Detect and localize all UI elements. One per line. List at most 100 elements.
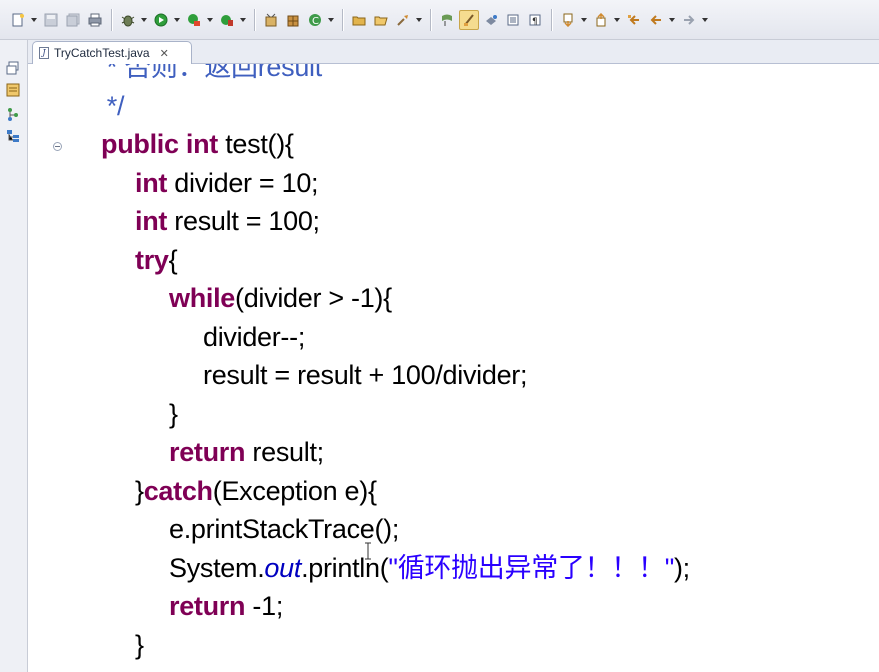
forward-dropdown[interactable] [701,10,708,30]
code-kw-token: return [169,591,246,621]
mark-occurrences-icon[interactable] [459,10,479,30]
code-editor[interactable]: * 否则：返回result */public int test(){int di… [28,64,879,672]
code-kw-token: int [135,206,168,236]
code-line[interactable]: System.out.println("循环抛出异常了！！！"); [169,549,690,587]
restore-icon[interactable] [6,60,20,75]
code-token: test(){ [218,129,294,159]
code-token: (Exception e){ [212,475,377,506]
code-token: System. [169,552,265,583]
code-line[interactable]: */ [78,87,125,125]
svg-text:C: C [312,16,319,27]
code-token: ); [673,552,690,583]
run-icon[interactable] [151,10,171,30]
toggle-breadcrumb-icon[interactable] [437,10,457,30]
code-line[interactable]: divider--; [203,318,305,356]
code-line[interactable]: }catch(Exception e){ [135,472,377,510]
code-line[interactable]: * 否则：返回result [78,64,322,86]
code-comment-token: */ [78,90,125,121]
debug-icon[interactable] [118,10,138,30]
code-token: result = result + 100/divider; [203,360,528,390]
next-annotation-dropdown[interactable] [580,10,587,30]
back-icon[interactable] [646,10,666,30]
forward-icon[interactable] [679,10,699,30]
new-icon[interactable] [8,10,28,30]
code-line[interactable]: return result; [169,433,324,471]
previous-annotation-dropdown[interactable] [613,10,620,30]
code-kw-token: catch [143,475,213,506]
save-all-icon[interactable] [63,10,83,30]
toolbar-file-group: C ¶ [8,9,712,31]
code-line[interactable]: } [135,626,144,664]
new-java-project-icon[interactable] [261,10,281,30]
run-coverage-icon[interactable] [184,10,204,30]
tab-trycatchtest-java[interactable]: J TryCatchTest.java ✕ [32,41,192,64]
code-kw-token: while [169,283,236,313]
code-kw-token: int [185,129,218,159]
tab-label: TryCatchTest.java [54,46,150,60]
search-icon[interactable] [393,10,413,30]
code-comment-token: * 否则：返回result [78,64,322,82]
java-file-icon: J [39,47,49,59]
code-token: } [135,475,144,506]
open-type-icon[interactable] [349,10,369,30]
code-field-token: out [264,552,302,583]
pilcrow-icon[interactable]: ¶ [525,10,545,30]
editor-gutter [28,64,72,672]
fold-marker-icon[interactable] [53,142,62,151]
new-dropdown[interactable] [30,10,37,30]
code-line[interactable]: int result = 100; [135,202,320,240]
code-token: (divider > -1){ [235,283,392,313]
last-edit-location-icon[interactable] [624,10,644,30]
external-tools-icon[interactable] [217,10,237,30]
search-dropdown[interactable] [415,10,422,30]
coverage-dropdown[interactable] [206,10,213,30]
code-kw-token: try [135,244,169,275]
run-dropdown[interactable] [173,10,180,30]
block-selection-icon[interactable] [481,10,501,30]
toolbar-separator [342,9,343,31]
new-class-dropdown[interactable] [327,10,334,30]
previous-annotation-icon[interactable] [591,10,611,30]
toolbar-separator [111,9,112,31]
editor-tab-bar: J TryCatchTest.java ✕ [28,40,879,64]
close-icon[interactable]: ✕ [160,47,169,60]
code-line[interactable]: } [169,395,178,433]
toolbar-separator [254,9,255,31]
code-token: { [168,244,178,275]
code-token: divider = 10; [167,167,319,198]
text-cursor-icon [364,542,372,560]
external-tools-dropdown[interactable] [239,10,246,30]
code-str-token: "循环抛出异常了！！！" [388,552,674,583]
back-dropdown[interactable] [668,10,675,30]
code-token: -1; [245,591,284,621]
left-trim-bar [0,40,28,672]
code-kw-token: public [101,129,179,159]
code-token: .println( [301,552,389,583]
code-line[interactable]: while(divider > -1){ [169,279,392,317]
main-toolbar: C ¶ [0,0,879,40]
svg-text:¶: ¶ [532,17,538,27]
code-kw-token: int [135,167,168,198]
hierarchy-icon[interactable] [6,106,20,121]
code-token: divider--; [203,321,306,352]
open-task-icon[interactable] [371,10,391,30]
outline-icon[interactable] [6,128,20,142]
code-token: result; [245,437,324,467]
print-icon[interactable] [85,10,105,30]
next-annotation-icon[interactable] [558,10,578,30]
code-line[interactable]: try{ [135,241,178,279]
show-whitespace-icon[interactable] [503,10,523,30]
debug-dropdown[interactable] [140,10,147,30]
code-token: } [169,398,178,429]
save-icon[interactable] [41,10,61,30]
code-line[interactable]: public int test(){ [101,125,294,163]
code-line[interactable]: int divider = 10; [135,164,319,202]
code-token: e.printStackTrace(); [169,514,400,544]
new-class-icon[interactable]: C [305,10,325,30]
toolbar-separator [430,9,431,31]
code-line[interactable]: return -1; [169,587,283,625]
package-explorer-icon[interactable] [6,82,20,97]
code-line[interactable]: result = result + 100/divider; [203,356,527,394]
new-package-icon[interactable] [283,10,303,30]
